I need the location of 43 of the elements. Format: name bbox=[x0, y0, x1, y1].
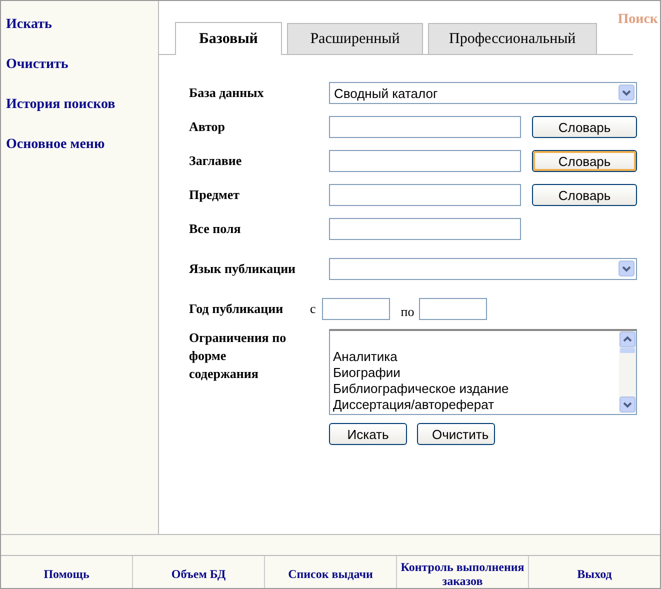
year-from-field[interactable] bbox=[322, 298, 390, 320]
sidebar-link[interactable]: Очистить bbox=[6, 56, 68, 74]
sidebar-link[interactable]: История поисков bbox=[6, 96, 116, 114]
dropdown-value: Сводный каталог bbox=[334, 86, 438, 100]
text-field[interactable] bbox=[329, 184, 521, 206]
field-label: Автор bbox=[189, 118, 226, 136]
footer-link[interactable]: Объем БД bbox=[133, 556, 265, 588]
field-label: Ограничения по форме содержания bbox=[189, 329, 288, 383]
text-field[interactable] bbox=[329, 116, 521, 138]
list-option[interactable]: Биографии bbox=[333, 365, 619, 381]
dropdown-field[interactable]: Сводный каталог bbox=[329, 82, 637, 104]
to-label: по bbox=[400, 304, 414, 320]
list-option[interactable]: Аналитика bbox=[333, 349, 619, 365]
footer-link[interactable]: Помощь bbox=[1, 556, 133, 588]
footer-link[interactable]: Контроль выполнения заказов bbox=[397, 556, 529, 588]
tab[interactable]: Расширенный bbox=[287, 23, 423, 54]
list-option[interactable]: Библиографическое издание bbox=[333, 381, 619, 397]
field-label: Год публикации bbox=[189, 300, 284, 318]
field-label: База данных bbox=[189, 84, 265, 102]
field-label: Заглавие bbox=[189, 152, 243, 170]
sidebar-link[interactable]: Основное меню bbox=[6, 136, 105, 154]
list-option[interactable]: Диссертация/автореферат bbox=[333, 397, 619, 413]
dropdown-field[interactable] bbox=[329, 258, 637, 280]
tab[interactable]: Базовый bbox=[175, 22, 282, 55]
field-label: Все поля bbox=[189, 220, 242, 238]
listbox[interactable]: Аналитика Биографии Библиографическое издание Диссертация/автореферат bbox=[329, 329, 637, 415]
tab[interactable]: Профессиональный bbox=[428, 23, 597, 54]
field-label: Язык публикации bbox=[189, 260, 297, 278]
dictionary-button[interactable]: Словарь bbox=[532, 150, 637, 172]
field-label: Предмет bbox=[189, 186, 241, 204]
text-field[interactable] bbox=[329, 150, 521, 172]
from-label: с bbox=[310, 301, 316, 317]
dictionary-button[interactable]: Словарь bbox=[532, 116, 637, 138]
scrollbar-drawing[interactable] bbox=[619, 331, 636, 413]
clear-button[interactable]: Очистить bbox=[417, 423, 495, 445]
page-title: Поиск bbox=[618, 12, 658, 28]
year-to-field[interactable] bbox=[419, 298, 488, 320]
search-button[interactable]: Искать bbox=[329, 423, 407, 445]
dictionary-button[interactable]: Словарь bbox=[532, 184, 637, 206]
footer-link[interactable]: Список выдачи bbox=[265, 556, 397, 588]
sidebar-link[interactable]: Искать bbox=[6, 16, 52, 34]
text-field[interactable] bbox=[329, 218, 521, 240]
footer-link[interactable]: Выход bbox=[529, 556, 660, 588]
